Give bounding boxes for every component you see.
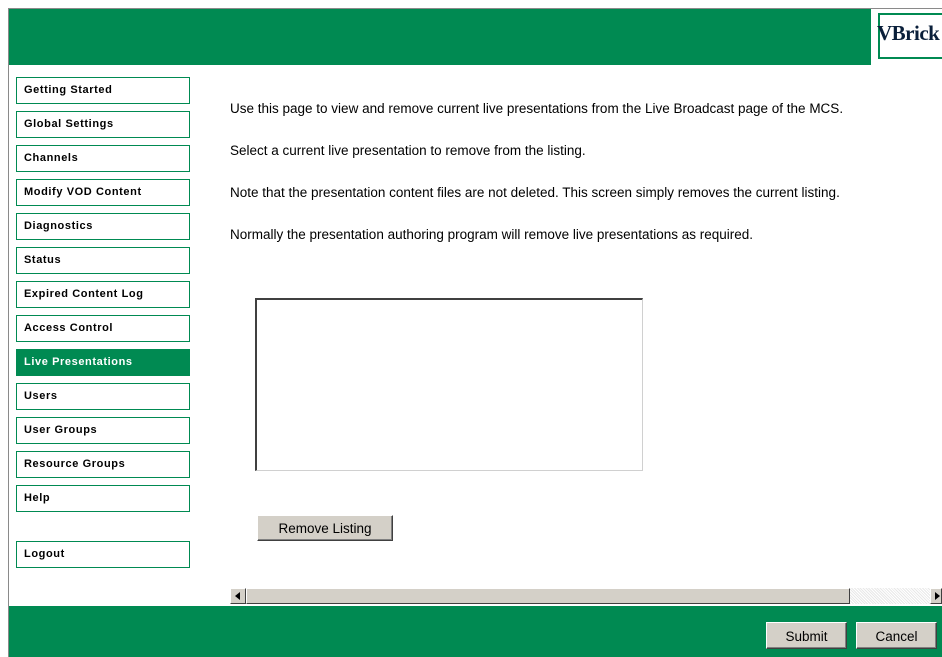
intro-text: Use this page to view and remove current… bbox=[230, 101, 844, 116]
scroll-right-arrow-icon[interactable] bbox=[930, 588, 942, 604]
sidebar-item-getting-started[interactable]: Getting Started bbox=[16, 77, 190, 104]
header-bar bbox=[9, 9, 942, 65]
vbrick-logo: VBrick bbox=[871, 9, 942, 65]
live-presentations-listbox[interactable] bbox=[255, 298, 643, 471]
sidebar-item-diagnostics[interactable]: Diagnostics bbox=[16, 213, 190, 240]
sidebar-item-logout[interactable]: Logout bbox=[16, 541, 190, 568]
note-text: Note that the presentation content files… bbox=[230, 185, 840, 200]
sidebar-item-expired-content-log[interactable]: Expired Content Log bbox=[16, 281, 190, 308]
remove-listing-button[interactable]: Remove Listing bbox=[257, 515, 393, 541]
sidebar-item-status[interactable]: Status bbox=[16, 247, 190, 274]
sidebar-item-user-groups[interactable]: User Groups bbox=[16, 417, 190, 444]
sidebar-item-help[interactable]: Help bbox=[16, 485, 190, 512]
select-instruction-text: Select a current live presentation to re… bbox=[230, 143, 586, 158]
sidebar-item-channels[interactable]: Channels bbox=[16, 145, 190, 172]
submit-button[interactable]: Submit bbox=[766, 622, 847, 649]
authoring-note-text: Normally the presentation authoring prog… bbox=[230, 227, 754, 242]
sidebar-item-global-settings[interactable]: Global Settings bbox=[16, 111, 190, 138]
sidebar-item-live-presentations[interactable]: Live Presentations bbox=[16, 349, 190, 376]
logo-text: VBrick bbox=[877, 21, 940, 45]
horizontal-scrollbar[interactable] bbox=[230, 588, 942, 604]
cancel-button[interactable]: Cancel bbox=[856, 622, 937, 649]
sidebar-item-access-control[interactable]: Access Control bbox=[16, 315, 190, 342]
sidebar-item-modify-vod-content[interactable]: Modify VOD Content bbox=[16, 179, 190, 206]
scrollbar-track[interactable] bbox=[850, 588, 930, 604]
sidebar-item-users[interactable]: Users bbox=[16, 383, 190, 410]
scroll-left-arrow-icon[interactable] bbox=[230, 588, 246, 604]
scrollbar-thumb[interactable] bbox=[246, 588, 850, 604]
sidebar-item-resource-groups[interactable]: Resource Groups bbox=[16, 451, 190, 478]
